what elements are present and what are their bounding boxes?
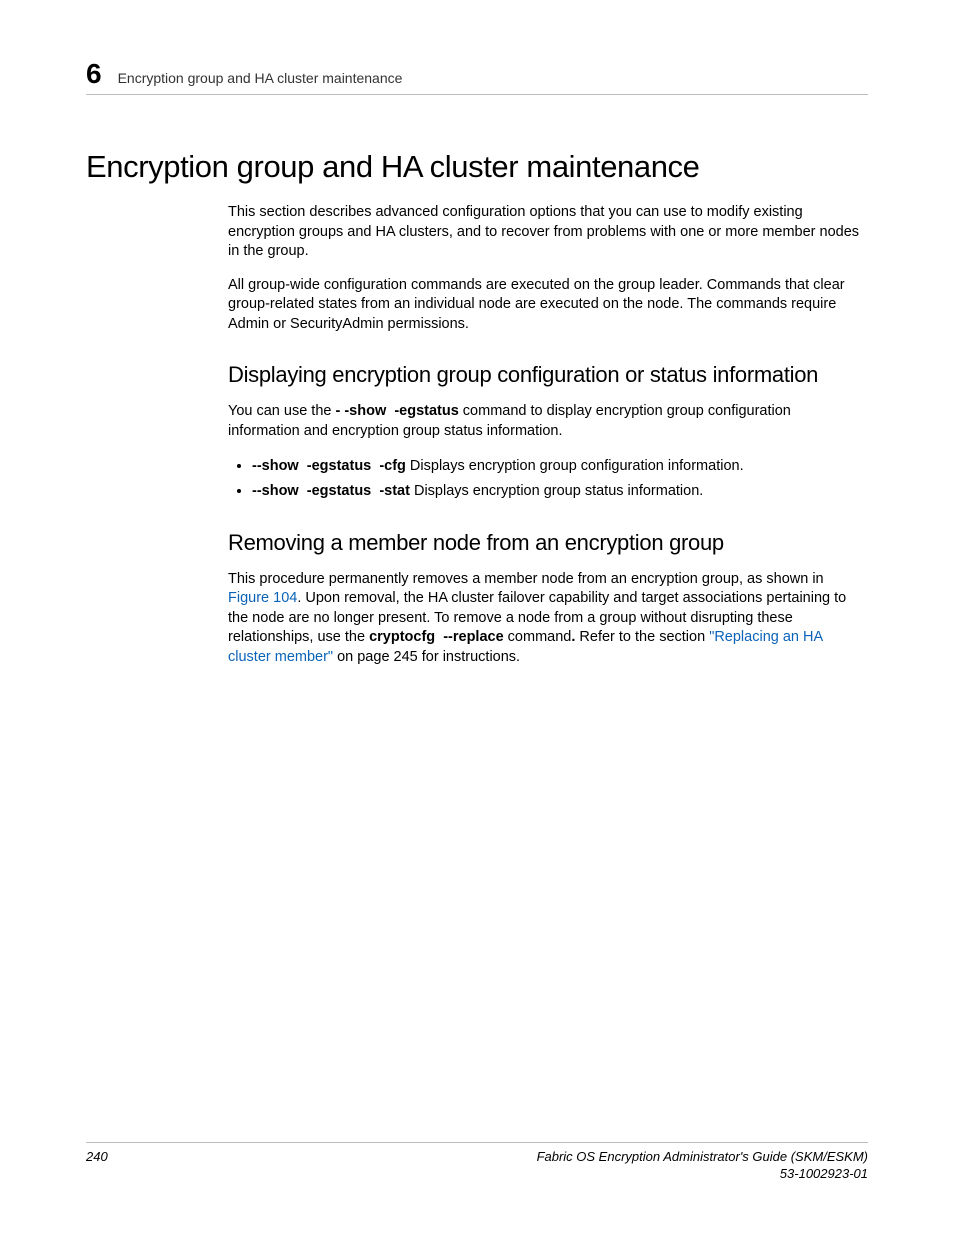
text-fragment: on page 245 for instructions. [333, 649, 520, 665]
list-item: --show -egstatus -cfg Displays encryptio… [252, 456, 862, 477]
page-footer: 240 Fabric OS Encryption Administrator's… [86, 1142, 868, 1183]
figure-link[interactable]: Figure 104 [228, 590, 297, 606]
list-item-desc: Displays encryption group configuration … [406, 458, 744, 474]
command-replace: --replace [443, 629, 503, 645]
command-show: --show [252, 458, 299, 474]
running-header: 6 Encryption group and HA cluster mainte… [86, 60, 868, 88]
chapter-number: 6 [86, 60, 102, 88]
command-list: --show -egstatus -cfg Displays encryptio… [228, 456, 862, 502]
list-item: --show -egstatus -stat Displays encrypti… [252, 481, 862, 502]
command-stat: -stat [379, 483, 410, 499]
section-heading-displaying: Displaying encryption group configuratio… [228, 362, 862, 388]
command-cfg: -cfg [379, 458, 406, 474]
text-fragment: You can use the [228, 403, 336, 419]
intro-paragraph-1: This section describes advanced configur… [228, 203, 862, 262]
header-rule [86, 94, 868, 95]
document-title: Fabric OS Encryption Administrator's Gui… [537, 1149, 868, 1166]
command-show: --show [252, 483, 299, 499]
document-number: 53-1002923-01 [537, 1166, 868, 1183]
command-egstatus: -egstatus [394, 403, 458, 419]
command-egstatus: -egstatus [307, 483, 371, 499]
command-egstatus: -egstatus [307, 458, 371, 474]
text-fragment: Refer to the section [575, 629, 709, 645]
page: 6 Encryption group and HA cluster mainte… [0, 0, 954, 1235]
intro-paragraph-2: All group-wide configuration commands ar… [228, 276, 862, 335]
page-title: Encryption group and HA cluster maintena… [86, 149, 868, 185]
text-fragment: This procedure permanently removes a mem… [228, 571, 824, 587]
section1-paragraph: You can use the - -show -egstatus comman… [228, 402, 862, 441]
page-number: 240 [86, 1149, 108, 1164]
running-header-title: Encryption group and HA cluster maintena… [118, 70, 403, 86]
command-show: - -show [336, 403, 387, 419]
list-item-desc: Displays encryption group status informa… [410, 483, 703, 499]
document-info: Fabric OS Encryption Administrator's Gui… [537, 1149, 868, 1183]
body-content: This section describes advanced configur… [228, 203, 862, 667]
section-heading-removing: Removing a member node from an encryptio… [228, 530, 862, 556]
command-cryptocfg: cryptocfg [369, 629, 435, 645]
section2-paragraph: This procedure permanently removes a mem… [228, 570, 862, 668]
text-fragment: command [504, 629, 572, 645]
